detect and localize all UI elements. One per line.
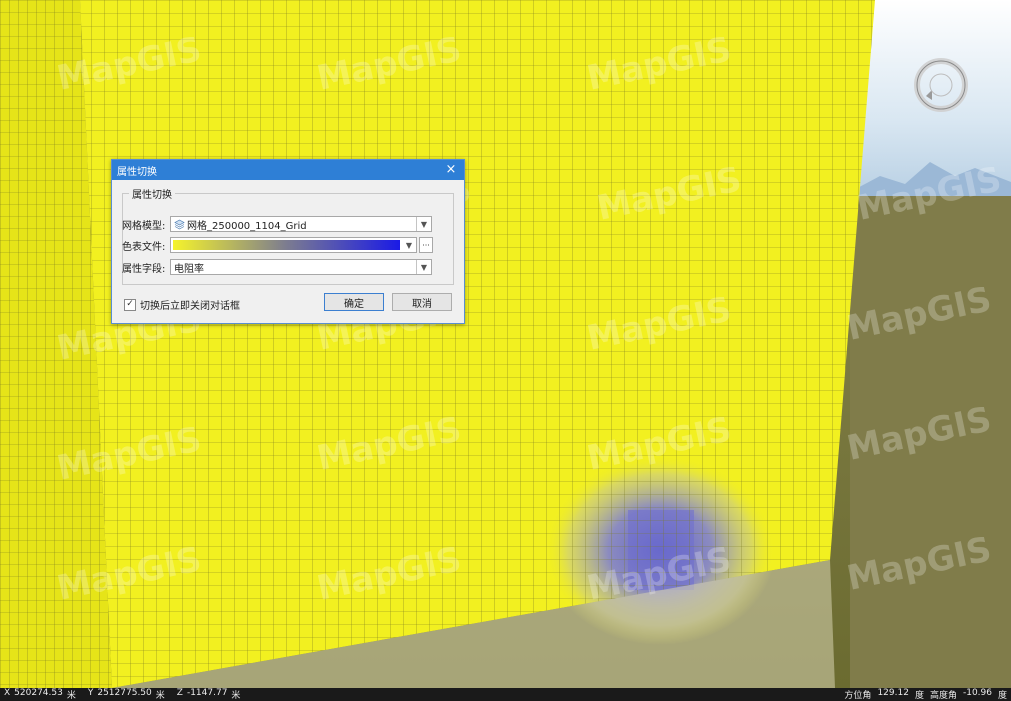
scene-canvas[interactable]: MapGIS MapGIS MapGIS MapGIS MapGIS MapGI… — [0, 0, 1011, 688]
y-label: Y — [87, 688, 94, 698]
status-bar: X 520274.53 米 Y 2512775.50 米 Z -1147.77 … — [0, 688, 1011, 701]
grid-model-row: 网格模型: 网格_250000_1104_Grid ▼ — [122, 216, 432, 232]
attribute-field-value: 电阻率 — [174, 263, 204, 275]
compass-icon[interactable] — [912, 56, 970, 114]
scene-view[interactable]: MapGIS MapGIS MapGIS MapGIS MapGIS MapGI… — [0, 0, 1011, 688]
close-icon[interactable]: × — [444, 163, 458, 177]
y-unit: 米 — [155, 691, 165, 701]
attribute-field-row: 属性字段: 电阻率 ▼ — [122, 259, 432, 275]
color-table-gradient — [173, 240, 400, 250]
dropdown-arrow-icon[interactable]: ▼ — [402, 238, 416, 252]
elevation-unit: 度 — [997, 691, 1007, 701]
dialog-title: 属性切换 — [117, 166, 157, 178]
dropdown-arrow-icon[interactable]: ▼ — [416, 260, 431, 274]
attribute-switch-dialog: 属性切换 × 属性切换 网格模型: 网格_250000_1104_Grid ▼ … — [111, 159, 465, 324]
elevation-label: 高度角 — [929, 691, 957, 701]
z-label: Z — [176, 688, 183, 698]
attribute-field-select[interactable]: 电阻率 ▼ — [170, 259, 432, 275]
dialog-titlebar[interactable]: 属性切换 × — [112, 160, 464, 180]
grid-model-label: 网格模型: — [122, 220, 166, 232]
z-value: -1147.77 — [186, 688, 228, 698]
coordinate-readout: X 520274.53 米 Y 2512775.50 米 Z -1147.77 … — [4, 688, 240, 701]
x-label: X — [4, 688, 11, 698]
azimuth-value: 129.12 — [877, 688, 909, 698]
dropdown-arrow-icon[interactable]: ▼ — [416, 217, 431, 231]
checkbox-icon[interactable]: ✓ — [124, 298, 136, 311]
browse-color-table-button[interactable]: ··· — [419, 237, 433, 253]
color-table-select[interactable]: ▼ — [170, 237, 417, 253]
close-on-switch-option[interactable]: ✓ 切换后立即关闭对话框 — [124, 297, 240, 312]
grid-model-select[interactable]: 网格_250000_1104_Grid ▼ — [170, 216, 432, 232]
color-table-label: 色表文件: — [122, 241, 166, 253]
elevation-value: -10.96 — [962, 688, 992, 698]
cancel-button[interactable]: 取消 — [392, 293, 452, 311]
z-unit: 米 — [231, 691, 241, 701]
ok-button[interactable]: 确定 — [324, 293, 384, 311]
group-label: 属性切换 — [129, 186, 175, 201]
attribute-field-label: 属性字段: — [122, 263, 166, 275]
view-angle-readout: 方位角 129.12 度 高度角 -10.96 度 — [844, 688, 1007, 701]
azimuth-unit: 度 — [914, 691, 924, 701]
x-unit: 米 — [66, 691, 76, 701]
y-value: 2512775.50 — [97, 688, 152, 698]
x-value: 520274.53 — [14, 688, 63, 698]
grid-model-icon — [174, 219, 185, 229]
close-on-switch-label: 切换后立即关闭对话框 — [140, 301, 240, 312]
azimuth-label: 方位角 — [844, 691, 872, 701]
color-table-row: 色表文件: ▼ ··· — [122, 237, 433, 253]
grid-model-value: 网格_250000_1104_Grid — [187, 220, 307, 232]
